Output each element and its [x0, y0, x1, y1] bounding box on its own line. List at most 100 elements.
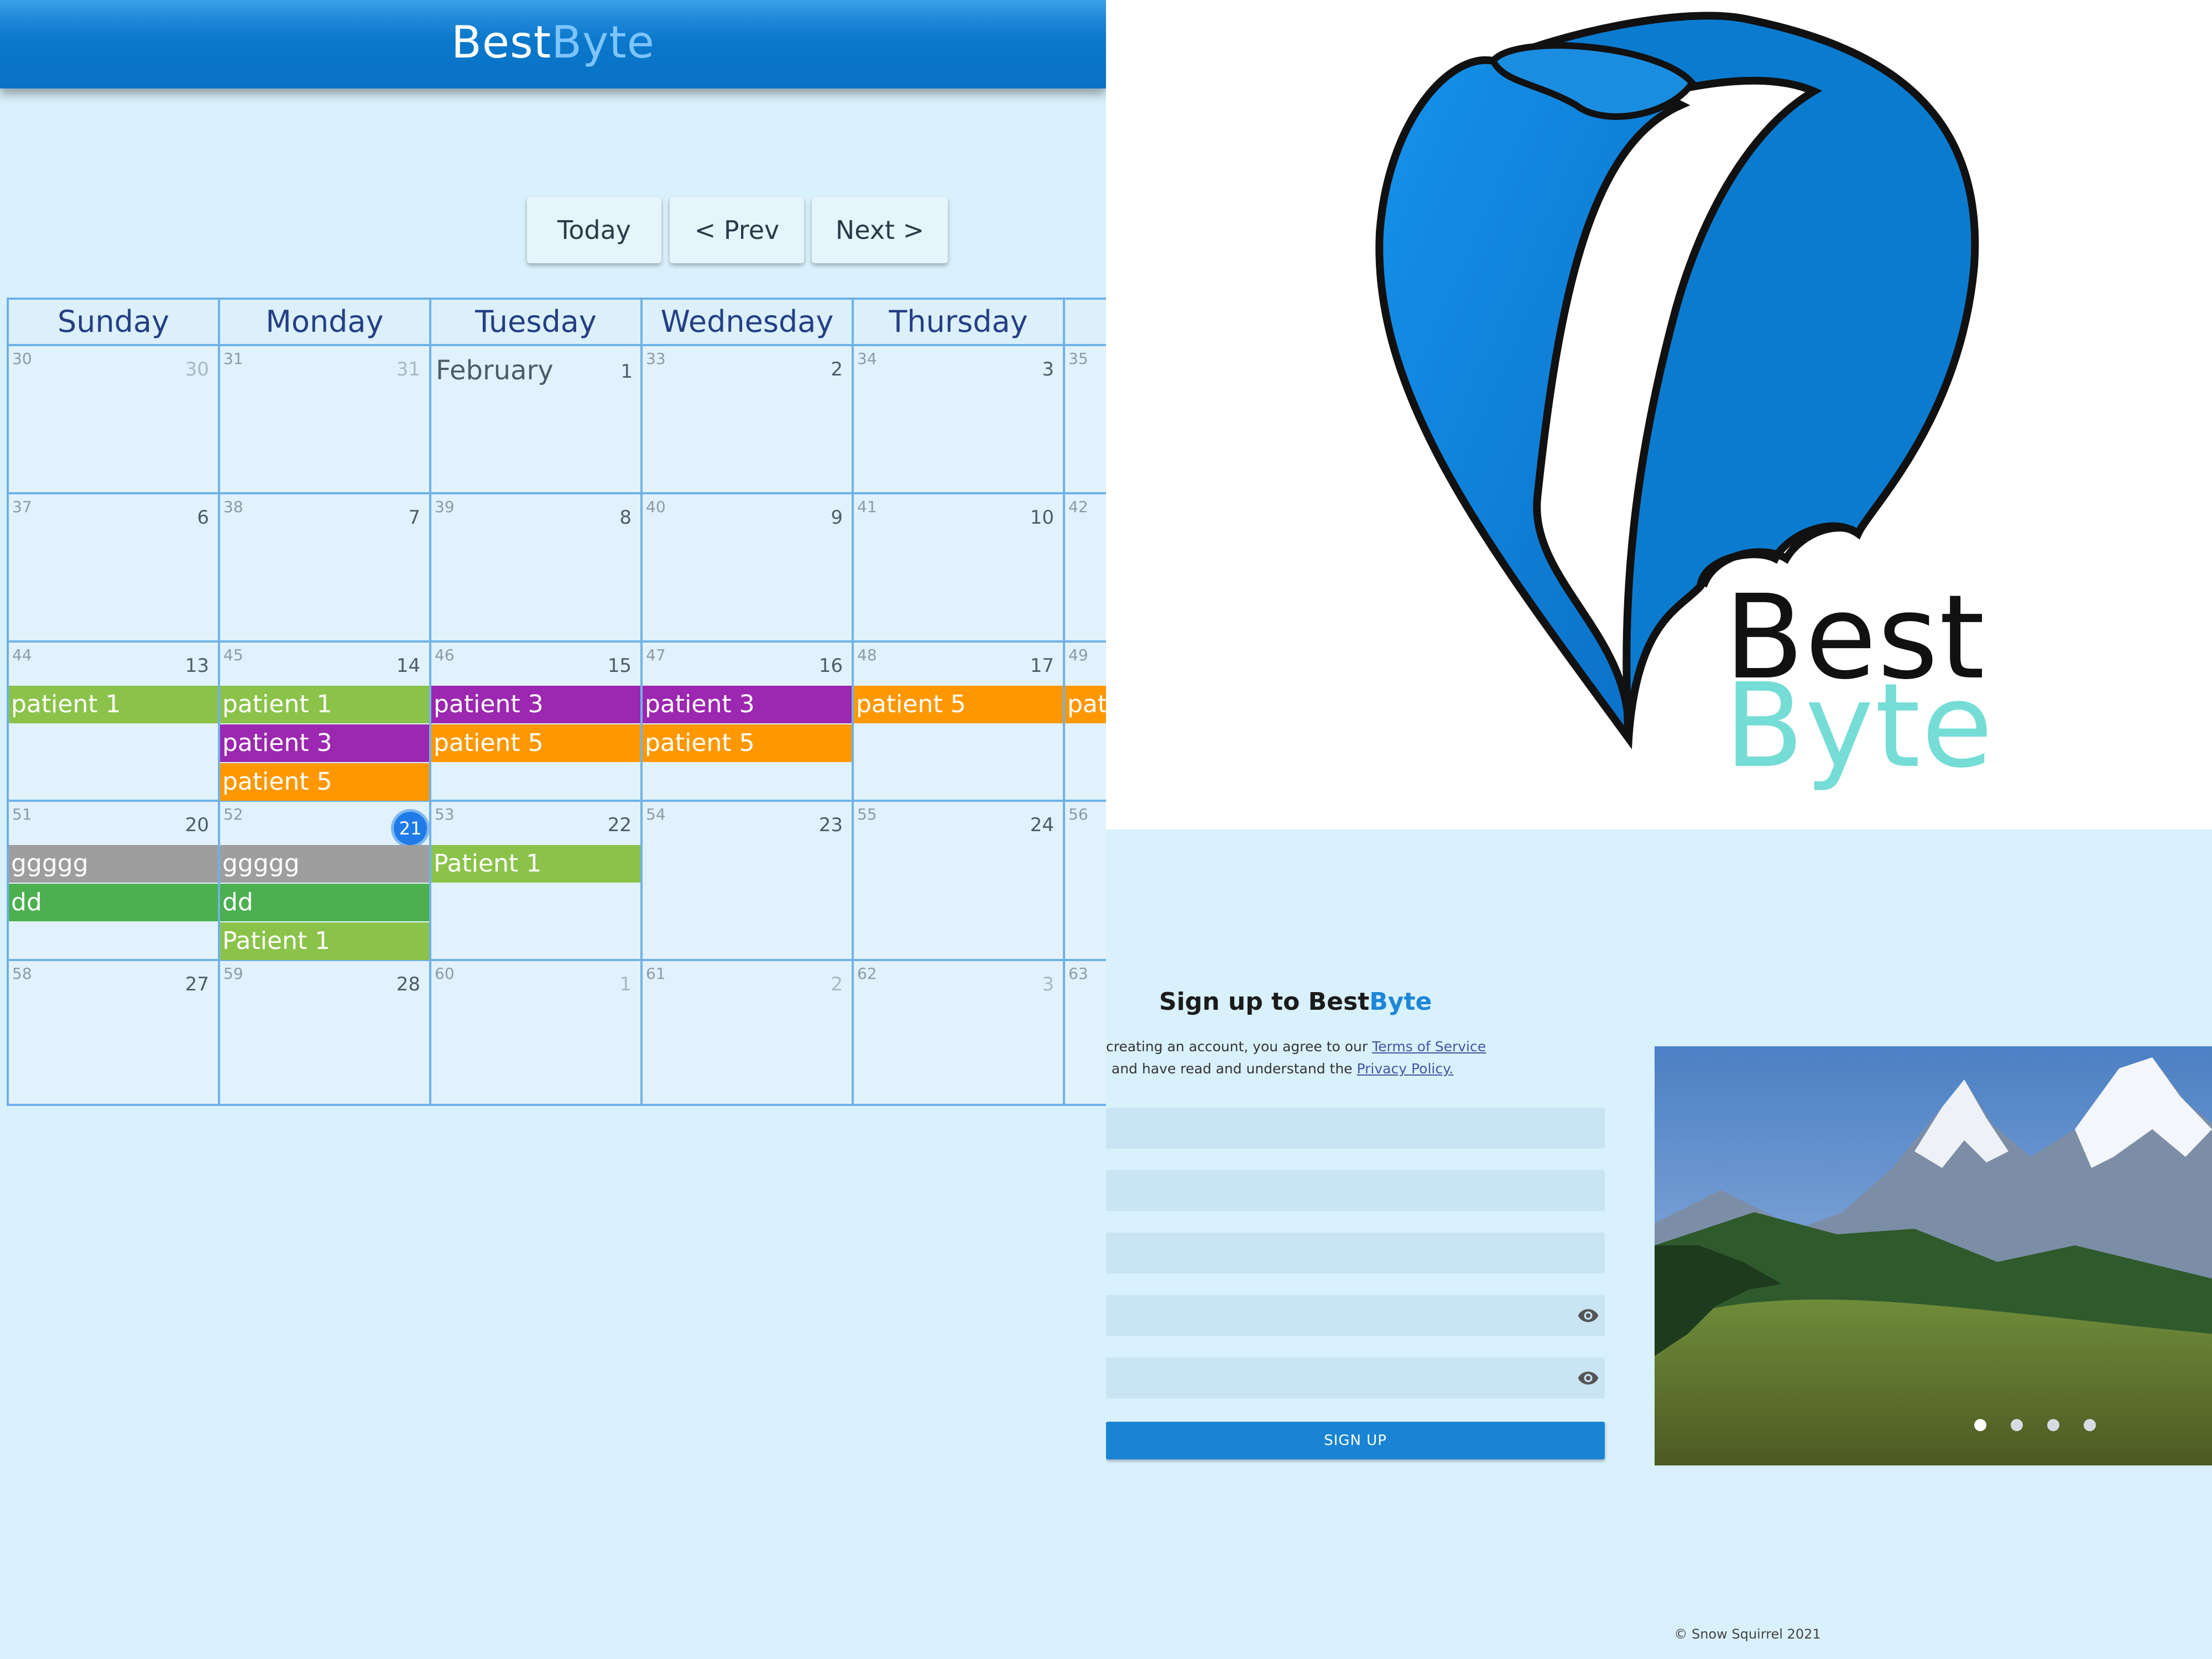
calendar-event[interactable]: ggggg [9, 845, 218, 883]
weekday-wednesday: Wednesday [640, 298, 852, 344]
day-number: 15 [607, 655, 632, 677]
day-number: 6 [197, 507, 209, 529]
calendar-event[interactable]: pati [1065, 686, 1106, 723]
carousel-dot-4[interactable] [2084, 1419, 2096, 1431]
day-number: 1 [619, 973, 632, 995]
calendar-event[interactable]: ggggg [220, 845, 429, 883]
calendar-event[interactable]: patient 5 [220, 763, 429, 801]
day-number: 31 [396, 358, 420, 380]
signup-field-3[interactable] [1106, 1233, 1605, 1274]
logo-panel: Best Byte [1106, 0, 2212, 830]
day-cell[interactable]: 55 24 [852, 800, 1063, 959]
calendar-panel: BestByte Today < Prev Next > Sunday Mond… [0, 0, 1106, 1659]
day-cell[interactable]: 61 2 [640, 959, 852, 1106]
day-number: 14 [396, 655, 420, 677]
day-number: 9 [831, 507, 843, 529]
image-carousel[interactable] [1655, 1046, 2212, 1465]
prev-button[interactable]: < Prev [670, 197, 804, 263]
signup-field-2[interactable] [1106, 1170, 1605, 1211]
day-cell[interactable]: 40 9 [640, 492, 852, 640]
password-field[interactable] [1106, 1295, 1605, 1336]
week-number: 46 [435, 646, 455, 664]
show-password-eye-icon[interactable] [1577, 1305, 1599, 1327]
day-cell[interactable]: 42 [1063, 492, 1106, 640]
confirm-password-field[interactable] [1106, 1358, 1605, 1399]
weekday-monday: Monday [218, 298, 429, 344]
day-cell[interactable]: 33 2 [640, 344, 852, 492]
calendar-event[interactable]: patient 1 [9, 686, 218, 723]
week-number: 38 [223, 498, 243, 516]
day-number: 2 [831, 358, 843, 380]
calendar-event[interactable]: patient 3 [220, 724, 429, 762]
day-cell[interactable]: 37 6 [7, 492, 218, 640]
day-cell[interactable]: 30 30 [7, 344, 218, 492]
weekday-sunday: Sunday [7, 298, 218, 344]
day-cell[interactable]: 62 3 [852, 959, 1063, 1106]
week-number: 53 [435, 805, 455, 823]
calendar-event[interactable]: patient 3 [431, 686, 640, 723]
week-number: 62 [857, 964, 877, 983]
calendar-event[interactable]: patient 1 [220, 686, 429, 723]
day-cell[interactable]: 39 8 [429, 492, 640, 640]
day-number: 24 [1030, 814, 1054, 836]
privacy-policy-link[interactable]: Privacy Policy. [1357, 1061, 1454, 1077]
terms-text-line1: creating an account, you agree to our Te… [1106, 1039, 1486, 1055]
week-number: 45 [223, 646, 243, 664]
week-number: 37 [12, 498, 32, 516]
day-cell[interactable]: 31 31 [218, 344, 429, 492]
today-marker: 21 [394, 812, 427, 845]
day-number: 7 [408, 507, 420, 529]
week-number: 60 [435, 964, 455, 983]
day-cell[interactable]: 35 [1063, 344, 1106, 492]
day-cell[interactable]: 63 [1063, 959, 1106, 1106]
show-confirm-password-eye-icon[interactable] [1577, 1367, 1599, 1389]
day-cell[interactable]: 54 23 [640, 800, 852, 959]
day-number: 3 [1042, 358, 1054, 380]
sign-up-button[interactable]: SIGN UP [1106, 1422, 1605, 1459]
month-name: February [436, 355, 554, 386]
weekday-tuesday: Tuesday [429, 298, 640, 344]
calendar-event[interactable]: patient 3 [643, 686, 852, 723]
day-cell[interactable]: 56 [1063, 800, 1106, 959]
app-title: BestByte [451, 17, 655, 68]
day-number: 10 [1030, 507, 1054, 529]
day-number: 23 [818, 814, 843, 836]
next-button[interactable]: Next > [812, 197, 948, 263]
calendar-event[interactable]: dd [9, 884, 218, 921]
week-number: 44 [12, 646, 32, 664]
day-number: 1 [620, 361, 633, 383]
day-cell[interactable]: 60 1 [429, 959, 640, 1106]
today-button[interactable]: Today [527, 197, 661, 263]
calendar-event[interactable]: patient 5 [431, 724, 640, 762]
week-number: 48 [857, 646, 877, 664]
day-cell[interactable]: 59 28 [218, 959, 429, 1106]
calendar-event[interactable]: dd [220, 884, 429, 921]
month-label: February 1 [431, 355, 641, 386]
calendar-event[interactable]: patient 5 [854, 686, 1063, 723]
day-number: 13 [185, 655, 209, 677]
week-number: 47 [646, 646, 666, 664]
day-cell[interactable]: 32February1 [429, 344, 640, 492]
calendar-event[interactable]: Patient 1 [220, 922, 429, 960]
week-number: 54 [646, 805, 666, 823]
day-cell[interactable]: 41 10 [852, 492, 1063, 640]
terms-of-service-link[interactable]: Terms of Service [1372, 1039, 1486, 1055]
logo-text-byte: Byte [1724, 658, 1994, 794]
week-number: 34 [857, 349, 877, 368]
day-number: 2 [831, 973, 843, 995]
day-number: 17 [1030, 655, 1054, 677]
calendar-event[interactable]: patient 5 [643, 724, 852, 762]
day-number: 20 [185, 814, 209, 836]
day-cell[interactable]: 38 7 [218, 492, 429, 640]
signup-field-1[interactable] [1106, 1108, 1605, 1149]
day-cell[interactable]: 58 27 [7, 959, 218, 1106]
calendar-event[interactable]: Patient 1 [431, 845, 640, 883]
carousel-dot-3[interactable] [2047, 1419, 2059, 1431]
day-cell[interactable]: 34 3 [852, 344, 1063, 492]
week-number: 42 [1068, 498, 1088, 516]
carousel-dot-1[interactable] [1974, 1419, 1986, 1431]
signup-panel: Sign up to BestByte creating an account,… [1106, 830, 2212, 1659]
carousel-dot-2[interactable] [2011, 1419, 2023, 1431]
day-number: 3 [1042, 973, 1054, 995]
week-number: 40 [646, 498, 666, 516]
